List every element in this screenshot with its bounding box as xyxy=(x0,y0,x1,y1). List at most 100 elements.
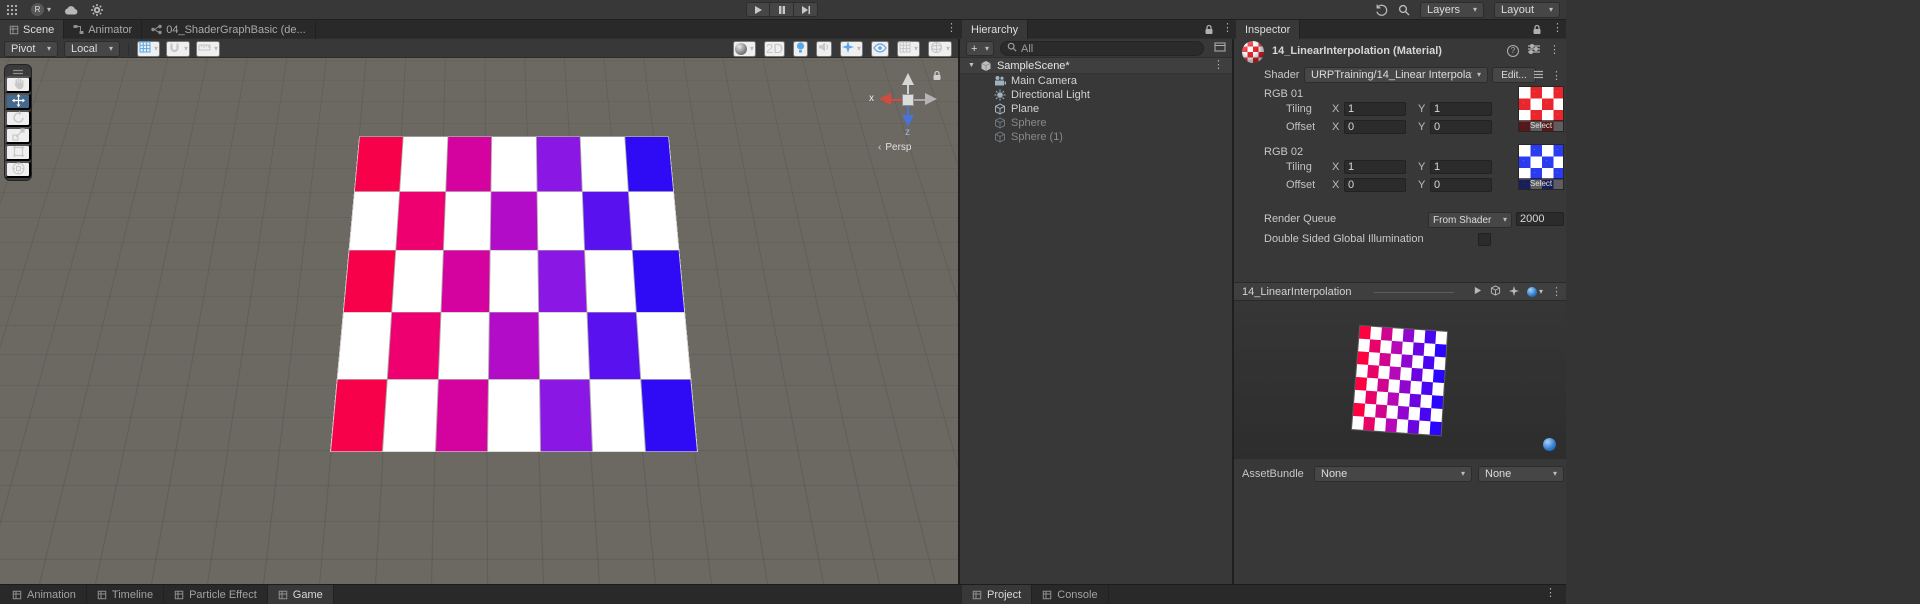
increment-snap-dropdown[interactable]: ▾ xyxy=(196,40,221,57)
preview-header[interactable]: 14_LinearInterpolation ▾ ⋮ xyxy=(1234,282,1566,301)
bottom-panel-menu-icon[interactable]: ⋮ xyxy=(1545,588,1556,599)
tiling-y-input[interactable] xyxy=(1430,102,1492,116)
handle-rotation-dropdown[interactable]: Local ▾ xyxy=(64,40,120,57)
tab-animation[interactable]: Animation xyxy=(2,585,87,604)
tiling-x-input[interactable] xyxy=(1344,102,1406,116)
tab-animator[interactable]: Animator xyxy=(64,20,143,39)
hierarchy-item-sphere[interactable]: Sphere xyxy=(960,116,1232,130)
scale-tool-button[interactable] xyxy=(5,127,31,144)
search-icon[interactable] xyxy=(1398,4,1410,16)
hierarchy-item-directional-light[interactable]: Directional Light xyxy=(960,88,1232,102)
tab-project[interactable]: Project xyxy=(962,585,1033,604)
gizmo-y-cone[interactable] xyxy=(902,73,914,85)
dsgi-checkbox[interactable] xyxy=(1478,233,1491,246)
grid-snap-dropdown[interactable]: ▾ xyxy=(137,40,161,57)
tab-particle-effect[interactable]: Particle Effect xyxy=(164,585,268,604)
effects-dropdown[interactable]: ▾ xyxy=(839,40,863,57)
help-icon[interactable]: ? xyxy=(1507,44,1519,57)
move-tool-button[interactable] xyxy=(5,93,31,110)
hierarchy-search-input[interactable]: All xyxy=(1000,41,1204,56)
preview-sphere-icon[interactable] xyxy=(1543,438,1556,451)
hierarchy-panel-menu-icon[interactable]: ⋮ xyxy=(1222,23,1233,34)
pause-button[interactable] xyxy=(770,2,794,17)
tab-scene[interactable]: Scene xyxy=(0,20,65,39)
step-button[interactable] xyxy=(794,2,818,17)
gizmo-z-cone[interactable] xyxy=(902,115,914,127)
settings-gear-icon[interactable] xyxy=(91,3,104,16)
presets-icon[interactable] xyxy=(1528,43,1540,57)
gizmo-center-cube[interactable] xyxy=(902,94,914,106)
pivot-dropdown[interactable]: Pivot ▾ xyxy=(4,40,58,57)
layers-dropdown[interactable]: Layers ▾ xyxy=(1420,1,1484,18)
camera-grid-dropdown[interactable]: ▾ xyxy=(896,40,920,57)
hierarchy-item-sphere-1[interactable]: Sphere (1) xyxy=(960,130,1232,144)
inspector-panel-menu-icon[interactable]: ⋮ xyxy=(1552,23,1563,34)
scene-picker-icon[interactable] xyxy=(1214,42,1226,55)
foldout-arrow-icon[interactable]: ▼ xyxy=(968,62,975,69)
lighting-toggle[interactable] xyxy=(792,40,808,57)
account-button[interactable]: R ▾ xyxy=(31,3,51,16)
offset-x-input[interactable] xyxy=(1344,120,1406,134)
assetbundle-dropdown[interactable]: None ▾ xyxy=(1314,466,1472,482)
audio-toggle[interactable] xyxy=(815,40,832,57)
material-menu-icon[interactable]: ⋮ xyxy=(1549,45,1560,56)
lock-icon[interactable] xyxy=(932,70,942,84)
create-object-button[interactable]: + ▾ xyxy=(966,41,994,56)
rotate-tool-button[interactable] xyxy=(5,110,31,127)
lock-icon[interactable] xyxy=(1532,24,1542,38)
shader-menu-icon[interactable]: ⋮ xyxy=(1551,70,1562,82)
tab-game[interactable]: Game xyxy=(267,585,334,604)
gizmo-neg-x-cone[interactable] xyxy=(925,93,937,105)
cube-icon[interactable] xyxy=(1490,285,1501,299)
tab-hierarchy[interactable]: Hierarchy xyxy=(962,20,1029,39)
plane-object[interactable] xyxy=(330,136,698,452)
render-queue-input[interactable] xyxy=(1516,212,1564,226)
scene-viewport[interactable]: x z ‹ Persp xyxy=(0,58,958,584)
transform-tool-button[interactable] xyxy=(5,161,31,178)
hierarchy-item-main-camera[interactable]: Main Camera xyxy=(960,74,1232,88)
offset-y-input[interactable] xyxy=(1430,120,1492,134)
preview-drag-handle[interactable] xyxy=(1374,292,1454,293)
texture-select-button[interactable]: Select xyxy=(1519,120,1563,131)
gizmo-x-cone[interactable] xyxy=(879,93,891,105)
scene-visibility-toggle[interactable] xyxy=(870,40,889,57)
grid-menu-icon[interactable] xyxy=(6,4,18,16)
snap-magnet-dropdown[interactable]: ▾ xyxy=(166,40,191,57)
tab-inspector[interactable]: Inspector xyxy=(1236,20,1301,39)
play-button[interactable] xyxy=(746,2,770,17)
2d-toggle[interactable]: 2D xyxy=(763,40,785,57)
tab-console[interactable]: Console xyxy=(1032,585,1109,604)
hierarchy-item-plane[interactable]: Plane xyxy=(960,102,1232,116)
tab-04-shadergraphbasic-de[interactable]: 04_ShaderGraphBasic (de... xyxy=(142,20,316,39)
rect-tool-button[interactable] xyxy=(5,144,31,161)
render-queue-dropdown[interactable]: From Shader ▾ xyxy=(1428,212,1512,228)
tiling-y-input[interactable] xyxy=(1430,160,1492,174)
material-preview-area[interactable] xyxy=(1234,301,1566,459)
tab-timeline[interactable]: Timeline xyxy=(87,585,165,604)
offset-x-input[interactable] xyxy=(1344,178,1406,192)
play-icon[interactable] xyxy=(1473,286,1482,298)
offset-y-input[interactable] xyxy=(1430,178,1492,192)
scene-panel-menu-icon[interactable]: ⋮ xyxy=(946,23,957,34)
cloud-icon[interactable] xyxy=(64,5,78,15)
preview-menu-icon[interactable]: ⋮ xyxy=(1551,286,1562,298)
lock-icon[interactable] xyxy=(1204,24,1214,38)
hierarchy-scene-row[interactable]: ▼ SampleScene* ⋮ xyxy=(960,58,1232,74)
layout-dropdown[interactable]: Layout ▾ xyxy=(1494,1,1560,18)
texture-select-button[interactable]: Select xyxy=(1519,178,1563,189)
draw-mode-dropdown[interactable]: ▾ xyxy=(732,40,756,57)
projection-toggle[interactable]: ‹ Persp xyxy=(878,142,911,153)
shader-edit-button[interactable]: Edit... xyxy=(1492,67,1536,83)
texture-thumbnail-rgb02[interactable]: Select xyxy=(1518,144,1564,190)
texture-thumbnail-rgb01[interactable]: Select xyxy=(1518,86,1564,132)
scene-context-menu-icon[interactable]: ⋮ xyxy=(1213,60,1224,71)
gizmos-dropdown[interactable]: ▾ xyxy=(927,40,952,57)
overlay-handle-icon[interactable] xyxy=(11,67,25,76)
shader-dropdown[interactable]: URPTraining/14_Linear Interpolatio ▾ xyxy=(1304,67,1488,83)
assetbundle-variant-dropdown[interactable]: None ▾ xyxy=(1478,466,1564,482)
undo-history-icon[interactable] xyxy=(1375,3,1388,16)
tiling-x-input[interactable] xyxy=(1344,160,1406,174)
sparkle-icon[interactable] xyxy=(1508,285,1519,299)
preview-mesh-dropdown[interactable]: ▾ xyxy=(1526,287,1543,297)
menu-lines-icon[interactable] xyxy=(1533,70,1544,82)
